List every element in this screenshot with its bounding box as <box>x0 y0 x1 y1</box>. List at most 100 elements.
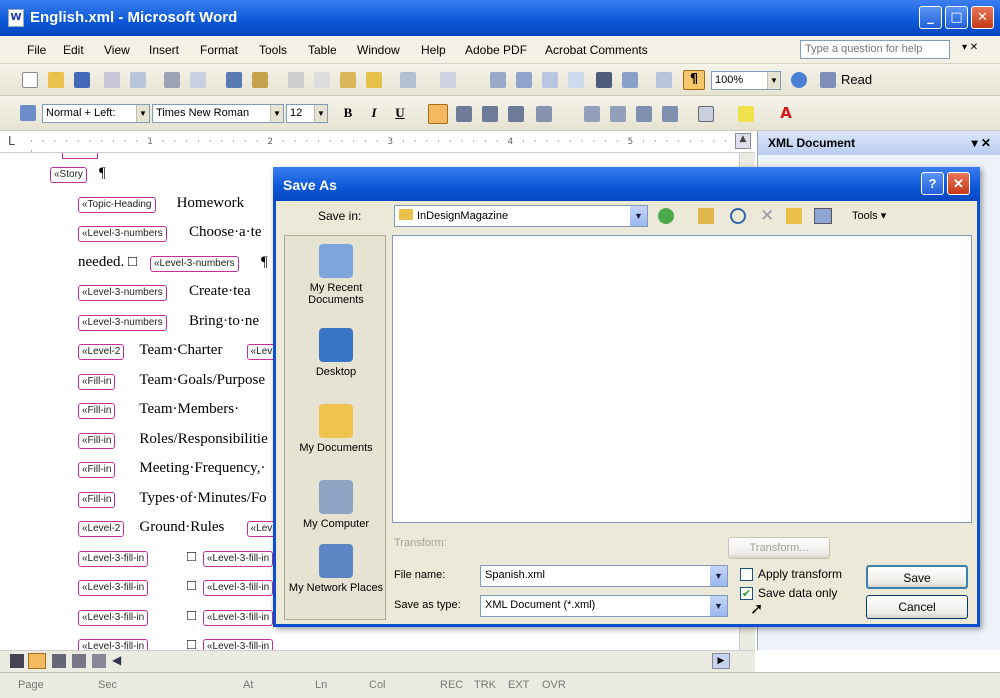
menu-format[interactable]: Format <box>200 43 238 57</box>
font-color-icon[interactable]: A <box>778 104 794 122</box>
menu-tools[interactable]: Tools <box>259 43 287 57</box>
place-desktop[interactable]: Desktop <box>285 328 387 378</box>
place-recent-documents[interactable]: My Recent Documents <box>285 244 387 306</box>
tools-menu[interactable]: Tools ▾ <box>852 209 886 222</box>
cancel-button[interactable]: Cancel <box>866 595 968 619</box>
paste-icon[interactable] <box>340 72 356 88</box>
justify-icon[interactable] <box>508 106 524 122</box>
redo-icon[interactable] <box>440 72 456 88</box>
print-layout-view-icon[interactable] <box>52 654 66 668</box>
xml-tag[interactable]: «Level-3-numbers <box>78 226 167 242</box>
format-painter-icon[interactable] <box>366 72 382 88</box>
xml-tag[interactable]: «Level-3-fill-in <box>78 550 149 567</box>
menu-table[interactable]: Table <box>308 43 337 57</box>
zoom-select[interactable]: 100% ▼ <box>711 71 781 90</box>
xml-tag[interactable]: «Level-2 <box>78 344 125 360</box>
menu-view[interactable]: View <box>104 43 130 57</box>
xml-tag[interactable]: «Level-3-fill-in <box>203 639 274 650</box>
decrease-indent-icon[interactable] <box>636 106 652 122</box>
horizontal-scrollbar[interactable]: ◀ ▶ <box>0 650 755 672</box>
close-button[interactable]: ✕ <box>971 6 994 29</box>
up-folder-icon[interactable] <box>698 208 714 224</box>
save-icon[interactable] <box>74 72 90 88</box>
line-spacing-icon[interactable] <box>536 106 552 122</box>
insert-excel-icon[interactable] <box>568 72 584 88</box>
new-doc-icon[interactable] <box>22 72 38 88</box>
save-as-type-select[interactable]: XML Document (*.xml) ▼ <box>480 595 728 617</box>
xml-tag[interactable]: «Lev <box>246 521 277 537</box>
numbering-icon[interactable] <box>584 106 600 122</box>
style-select[interactable]: Normal + Left: ▼ <box>42 104 150 123</box>
outline-view-icon[interactable] <box>72 654 86 668</box>
save-button[interactable]: Save <box>866 565 968 589</box>
copy-icon[interactable] <box>314 72 330 88</box>
scroll-left-icon[interactable]: ◀ <box>112 653 121 667</box>
drawing-icon[interactable] <box>622 72 638 88</box>
document-map-icon[interactable] <box>656 72 672 88</box>
normal-view-icon[interactable] <box>10 654 24 668</box>
file-list[interactable] <box>392 235 972 523</box>
xml-tag[interactable]: «Level-3-fill-in <box>203 580 274 596</box>
tab-selector-icon[interactable]: L <box>8 134 15 148</box>
menu-file[interactable]: File <box>27 43 46 57</box>
back-icon[interactable] <box>658 208 674 224</box>
xml-tag[interactable]: «Level-2 <box>78 521 125 537</box>
bullets-icon[interactable] <box>610 106 626 122</box>
xml-tag[interactable]: «Story <box>50 167 87 183</box>
help-icon[interactable] <box>791 72 807 88</box>
dialog-close-icon[interactable]: ✕ <box>947 172 970 195</box>
xml-tag[interactable]: «Level-3-fill-in <box>203 550 274 567</box>
transform-button[interactable]: Transform... <box>728 537 830 559</box>
xml-tag[interactable]: «Level-3-fill-in <box>78 639 149 650</box>
permission-icon[interactable] <box>104 72 120 88</box>
reading-view-icon[interactable] <box>92 654 106 668</box>
menu-edit[interactable]: Edit <box>63 43 84 57</box>
bold-icon[interactable]: B <box>338 103 358 123</box>
menu-close-doc-icon[interactable]: ▾ ✕ <box>962 42 978 53</box>
minimize-button[interactable]: _ <box>919 6 942 29</box>
horizontal-ruler[interactable]: L · · · · · · · · · · 1 · · · · · · · · … <box>0 131 755 157</box>
xml-tag[interactable]: «Fill-in <box>78 403 116 419</box>
xml-tag[interactable]: «Level-3-fill-in <box>203 609 274 626</box>
cut-icon[interactable] <box>288 72 304 88</box>
status-trk[interactable]: TRK <box>474 679 496 691</box>
xml-tag[interactable]: «Fill-in <box>78 462 116 478</box>
font-select[interactable]: Times New Roman ▼ <box>152 104 284 123</box>
scroll-up-icon[interactable]: ▲ <box>735 133 751 149</box>
task-pane-close-icon[interactable]: ▾ ✕ <box>972 136 991 150</box>
menu-acrobat-comments[interactable]: Acrobat Comments <box>545 43 648 57</box>
menu-adobe-pdf[interactable]: Adobe PDF <box>465 43 527 57</box>
border-icon[interactable] <box>698 106 714 122</box>
spelling-icon[interactable] <box>226 72 242 88</box>
place-my-network-places[interactable]: My Network Places <box>285 544 387 594</box>
menu-window[interactable]: Window <box>357 43 400 57</box>
hyperlink-icon[interactable] <box>490 72 506 88</box>
read-icon[interactable] <box>820 72 836 88</box>
print-icon[interactable] <box>164 72 180 88</box>
xml-tag[interactable]: «Fill-in <box>78 491 116 508</box>
file-name-input[interactable]: Spanish.xml ▼ <box>480 565 728 587</box>
undo-icon[interactable] <box>400 72 416 88</box>
search-web-icon[interactable] <box>730 208 746 224</box>
xml-tag[interactable]: «Fill-in <box>78 373 116 390</box>
read-button-label[interactable]: Read <box>841 72 872 87</box>
print-preview-icon[interactable] <box>190 72 206 88</box>
menu-insert[interactable]: Insert <box>149 43 179 57</box>
word-app-icon[interactable]: W <box>8 9 24 27</box>
xml-tag[interactable]: «Level-3-numbers <box>78 285 167 301</box>
web-layout-view-icon[interactable] <box>28 653 46 669</box>
open-folder-icon[interactable] <box>48 72 64 88</box>
save-in-select[interactable]: InDesignMagazine ▼ <box>394 205 648 227</box>
xml-tag[interactable]: «Level-3-numbers <box>78 314 167 331</box>
maximize-button[interactable]: □ <box>945 6 968 29</box>
columns-icon[interactable] <box>596 72 612 88</box>
styles-formatting-icon[interactable] <box>20 105 36 121</box>
xml-tag[interactable]: «Level-3-fill-in <box>78 609 149 626</box>
align-right-icon[interactable] <box>482 106 498 122</box>
xml-tag[interactable]: «Level-3-fill-in <box>78 580 149 596</box>
views-icon[interactable] <box>814 208 832 224</box>
delete-icon[interactable]: ✕ <box>760 206 774 226</box>
status-rec[interactable]: REC <box>440 679 463 691</box>
tables-borders-icon[interactable] <box>516 72 532 88</box>
email-icon[interactable] <box>130 72 146 88</box>
